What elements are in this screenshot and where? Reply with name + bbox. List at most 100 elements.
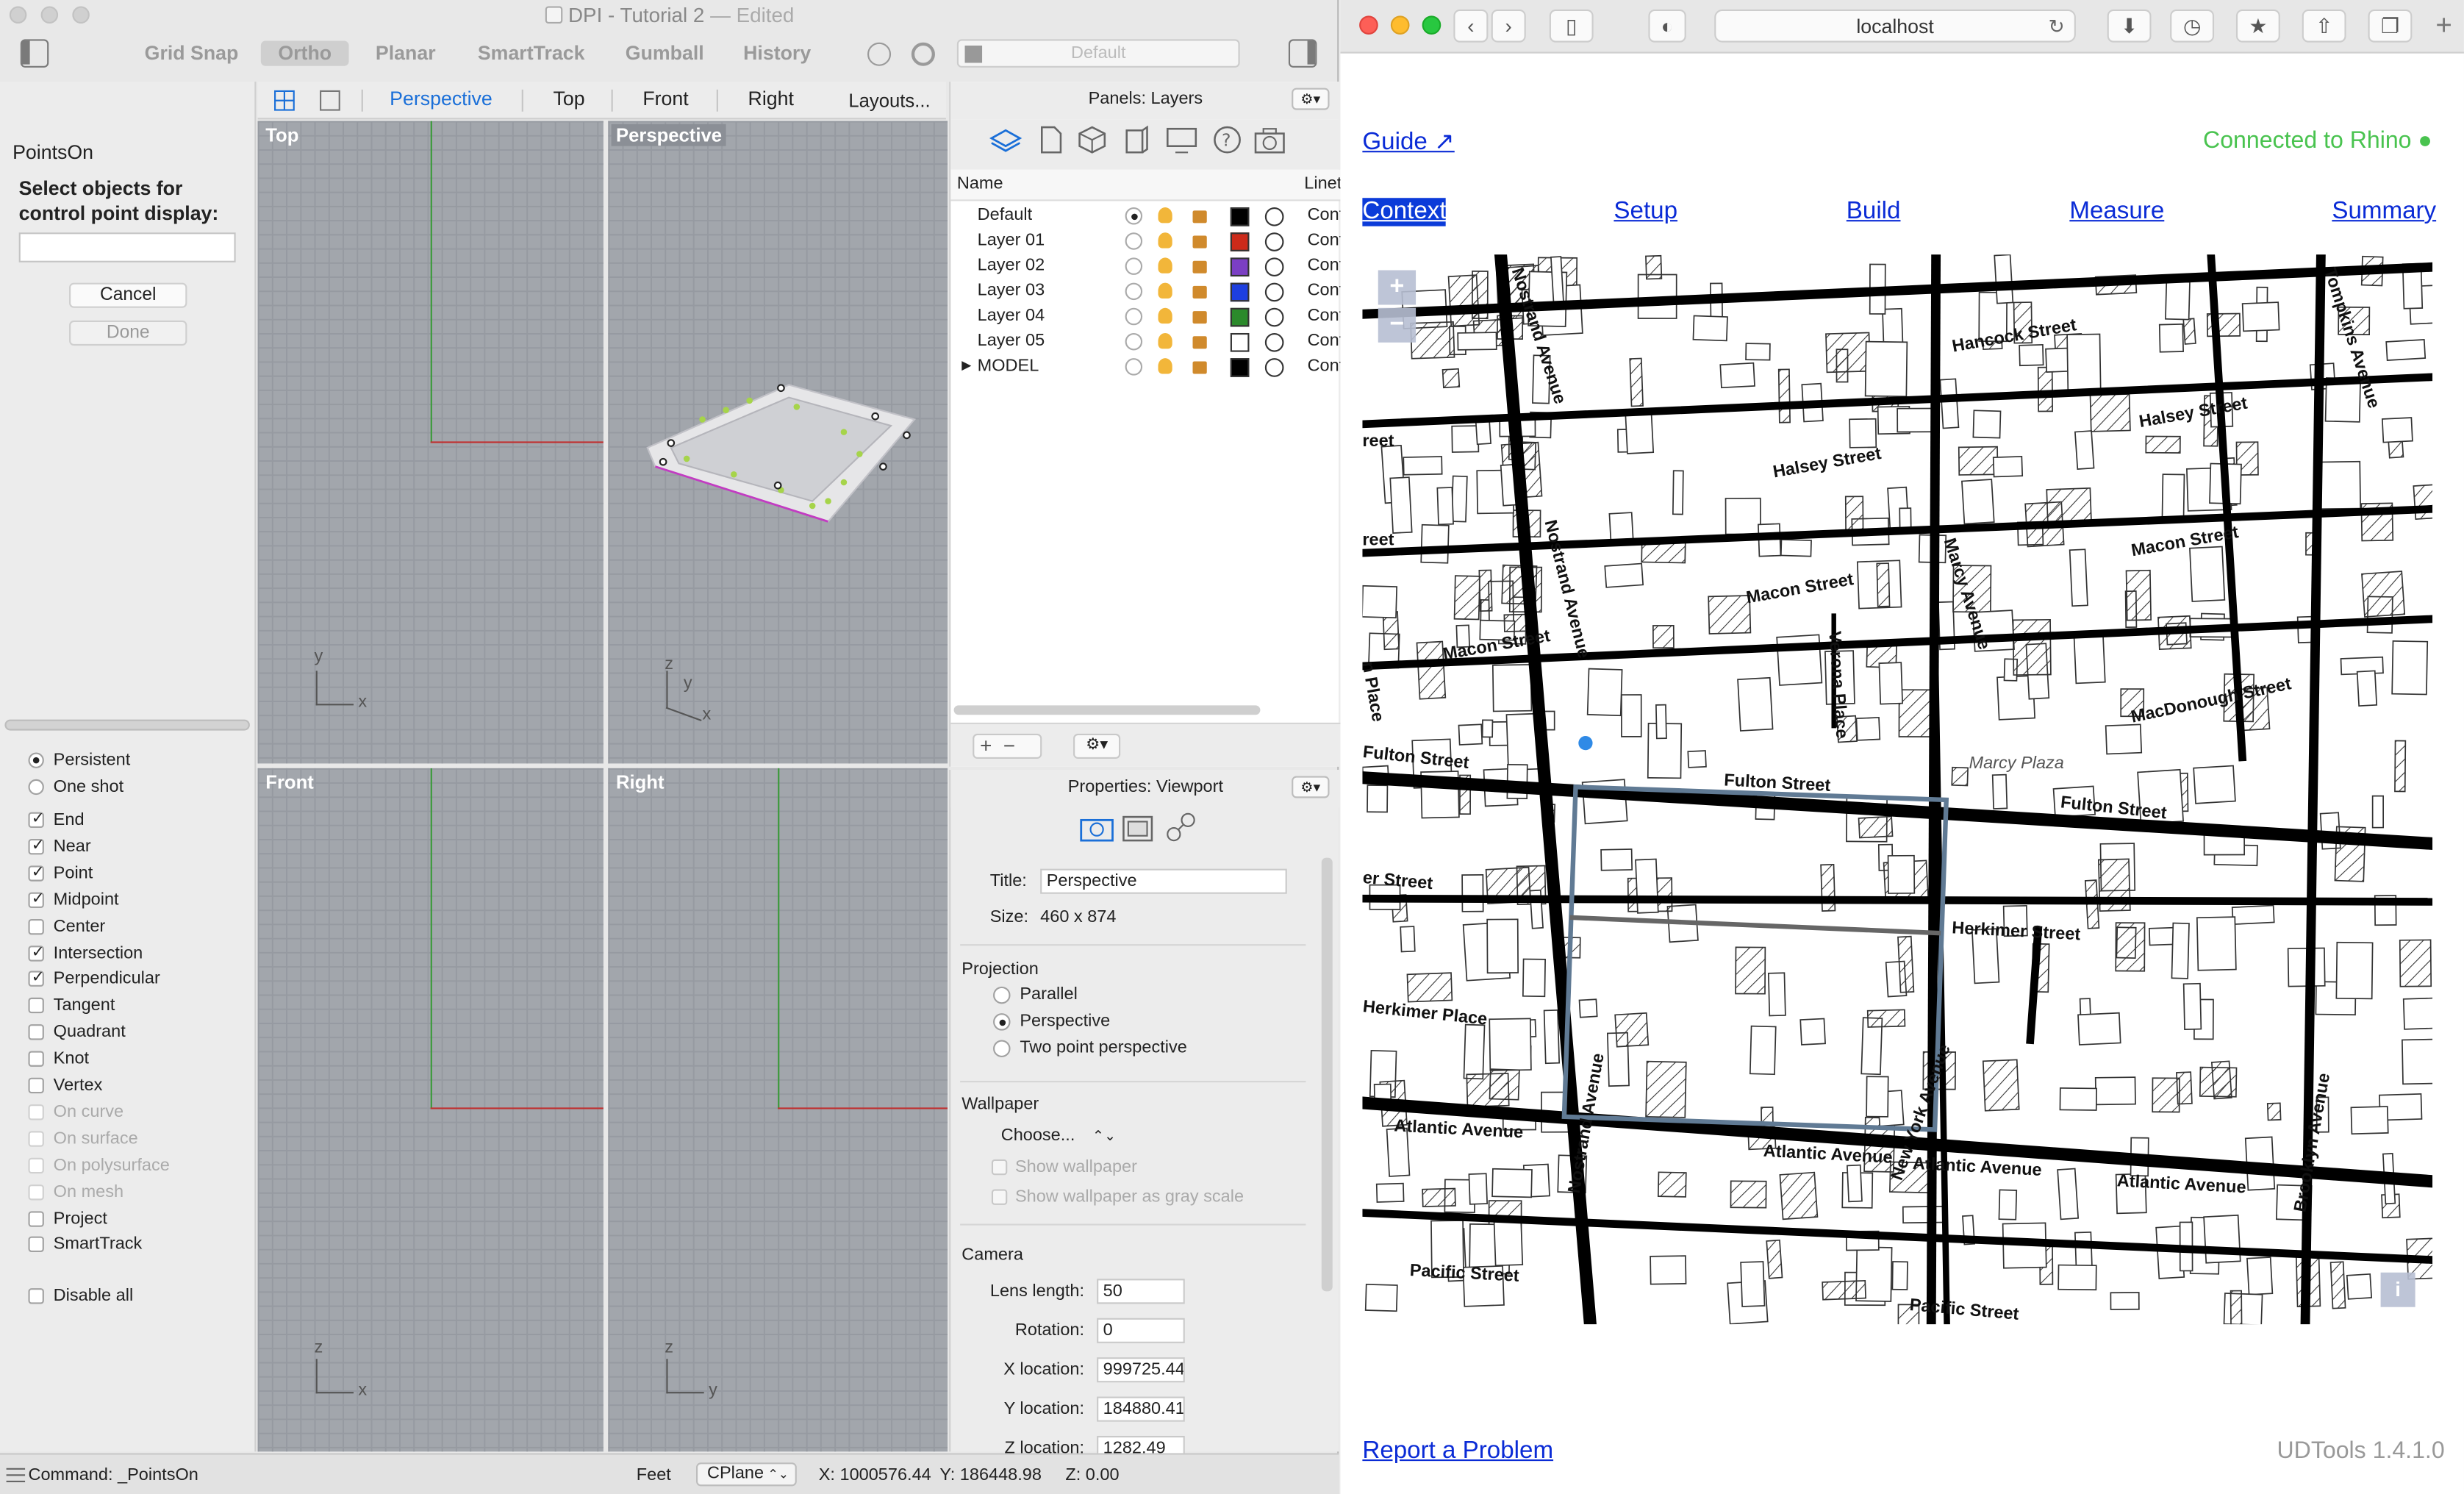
viewport-top[interactable]: Top y x	[257, 121, 604, 764]
osnap-vertex-checkbox[interactable]: Vertex	[28, 1076, 102, 1097]
visibility-bulb-icon[interactable]	[1158, 207, 1172, 224]
material-icon[interactable]	[1264, 307, 1284, 327]
current-layer-radio[interactable]	[1125, 358, 1143, 376]
bookmark-icon[interactable]: ★	[2235, 9, 2280, 43]
record-icon[interactable]	[911, 42, 935, 66]
info-button[interactable]: i	[2380, 1272, 2415, 1307]
layer-row[interactable]: Layer 03 Conti	[950, 279, 1347, 304]
layer-row[interactable]: Default Conti	[950, 204, 1347, 229]
properties-scrollbar[interactable]	[1321, 857, 1333, 1292]
tab-perspective[interactable]: Perspective	[390, 88, 493, 110]
osnap-quadrant-checkbox[interactable]: Quadrant	[28, 1023, 126, 1043]
toolbar-smarttrack[interactable]: SmartTrack	[478, 43, 585, 65]
layer-color-swatch[interactable]	[1230, 332, 1250, 352]
layer-color-swatch[interactable]	[1230, 358, 1250, 377]
toolbar-ortho[interactable]: Ortho	[260, 40, 349, 66]
current-layer-radio[interactable]	[1125, 307, 1143, 326]
material-icon[interactable]	[1264, 282, 1284, 302]
toggle-sidebar-icon[interactable]	[20, 39, 49, 68]
layer-row[interactable]: ▶ MODEL Conti	[950, 355, 1347, 380]
tab-top[interactable]: Top	[553, 88, 584, 110]
tabs-icon[interactable]: ❐	[2368, 9, 2413, 43]
material-icon[interactable]	[1264, 207, 1284, 226]
osnap-smarttrack-checkbox[interactable]: SmartTrack	[28, 1235, 142, 1256]
back-icon[interactable]: ‹	[1453, 9, 1489, 43]
help-icon[interactable]: ?	[1211, 124, 1243, 156]
viewport-perspective[interactable]: Perspective z y x	[608, 121, 948, 764]
add-remove-layer[interactable]: + −	[973, 733, 1042, 759]
visibility-bulb-icon[interactable]	[1158, 282, 1172, 299]
camera-field[interactable]: 0	[1097, 1318, 1185, 1343]
osnap-on-polysurface-checkbox[interactable]: On polysurface	[28, 1156, 170, 1176]
toolbar-planar[interactable]: Planar	[376, 43, 436, 65]
current-layer-radio[interactable]	[1125, 232, 1143, 250]
viewport-front[interactable]: Front z x	[257, 768, 604, 1452]
pane-scrollbar[interactable]	[4, 719, 250, 731]
layer-color-swatch[interactable]	[1230, 282, 1250, 302]
download-icon[interactable]: ⬇	[2107, 9, 2152, 43]
gear-icon[interactable]: ⚙▾	[1073, 733, 1121, 759]
layer-color-swatch[interactable]	[1230, 307, 1250, 327]
layers-scrollbar[interactable]	[953, 705, 1261, 715]
camera-icon[interactable]	[1080, 814, 1114, 842]
tab-layouts[interactable]: Layouts...	[848, 90, 930, 112]
display-icon[interactable]	[1164, 124, 1199, 156]
lock-icon[interactable]	[1192, 260, 1207, 274]
tab-summary[interactable]: Summary	[2332, 198, 2436, 226]
command-input[interactable]	[18, 232, 236, 262]
lock-icon[interactable]	[1192, 361, 1207, 374]
camera-icon[interactable]	[1253, 124, 1287, 156]
osnap-knot-checkbox[interactable]: Knot	[28, 1050, 89, 1071]
layers-icon[interactable]	[989, 126, 1023, 157]
context-map[interactable]: Nostrand Avenue Tompkins Avenue Hancock St…	[1362, 254, 2433, 1325]
osnap-mode-0[interactable]: Persistent	[28, 751, 130, 771]
visibility-bulb-icon[interactable]	[1158, 232, 1172, 249]
layer-row[interactable]: Layer 04 Conti	[950, 305, 1347, 330]
camera-field[interactable]: 184880.41	[1097, 1396, 1185, 1422]
command-line[interactable]: Command: _PointsOn	[28, 1466, 198, 1485]
tab-front[interactable]: Front	[642, 88, 688, 110]
close-button[interactable]	[1359, 15, 1378, 35]
osnap-project-checkbox[interactable]: Project	[28, 1209, 107, 1229]
minimize-button[interactable]	[1390, 15, 1410, 35]
lock-icon[interactable]	[1192, 311, 1207, 324]
show-wallpaper-checkbox[interactable]	[991, 1159, 1008, 1176]
gear-icon[interactable]: ⚙▾	[1292, 87, 1330, 110]
osnap-center-checkbox[interactable]: Center	[28, 917, 105, 937]
layer-row[interactable]: Layer 05 Conti	[950, 330, 1347, 355]
lock-icon[interactable]	[1192, 285, 1207, 299]
toggle-panels-icon[interactable]	[1288, 39, 1317, 68]
current-layer-radio[interactable]	[1125, 257, 1143, 275]
visibility-bulb-icon[interactable]	[1158, 257, 1172, 274]
material-icon[interactable]	[1264, 232, 1284, 251]
material-icon[interactable]	[1120, 124, 1152, 156]
layer-row[interactable]: Layer 01 Conti	[950, 229, 1347, 254]
node-icon[interactable]	[1164, 811, 1199, 843]
zoom-in-button[interactable]: +	[1378, 270, 1417, 305]
layer-color-swatch[interactable]	[1230, 257, 1250, 277]
material-icon[interactable]	[1264, 332, 1284, 352]
visibility-bulb-icon[interactable]	[1158, 332, 1172, 349]
osnap-perpendicular-checkbox[interactable]: Perpendicular	[28, 968, 160, 990]
lock-icon[interactable]	[1192, 336, 1207, 349]
wallpaper-choose[interactable]: Choose... ⌃⌄	[1001, 1126, 1117, 1145]
toolbar-history[interactable]: History	[743, 43, 811, 65]
tab-measure[interactable]: Measure	[2069, 198, 2164, 226]
tab-context[interactable]: Context	[1362, 198, 1447, 226]
projection-radio-0[interactable]	[993, 986, 1011, 1004]
new-tab-icon[interactable]: +	[2435, 10, 2452, 43]
osnap-tangent-checkbox[interactable]: Tangent	[28, 996, 115, 1017]
gear-icon[interactable]: ⚙▾	[1292, 776, 1330, 798]
toolbar-gumball[interactable]: Gumball	[626, 43, 704, 65]
four-view-icon[interactable]	[273, 90, 296, 112]
osnap-on-curve-checkbox[interactable]: On curve	[28, 1103, 123, 1123]
disable-all-checkbox[interactable]: Disable all	[28, 1287, 133, 1307]
sidebar-icon[interactable]: ▯	[1549, 9, 1594, 43]
history-icon[interactable]: ◷	[2170, 9, 2215, 43]
tab-build[interactable]: Build	[1847, 198, 1901, 226]
layer-row[interactable]: Layer 02 Conti	[950, 254, 1347, 279]
done-button[interactable]: Done	[69, 320, 187, 346]
lock-icon[interactable]	[1192, 210, 1207, 224]
snap-icon[interactable]	[867, 42, 892, 66]
cplane-dropdown[interactable]: CPlane ⌃⌄	[696, 1462, 797, 1487]
